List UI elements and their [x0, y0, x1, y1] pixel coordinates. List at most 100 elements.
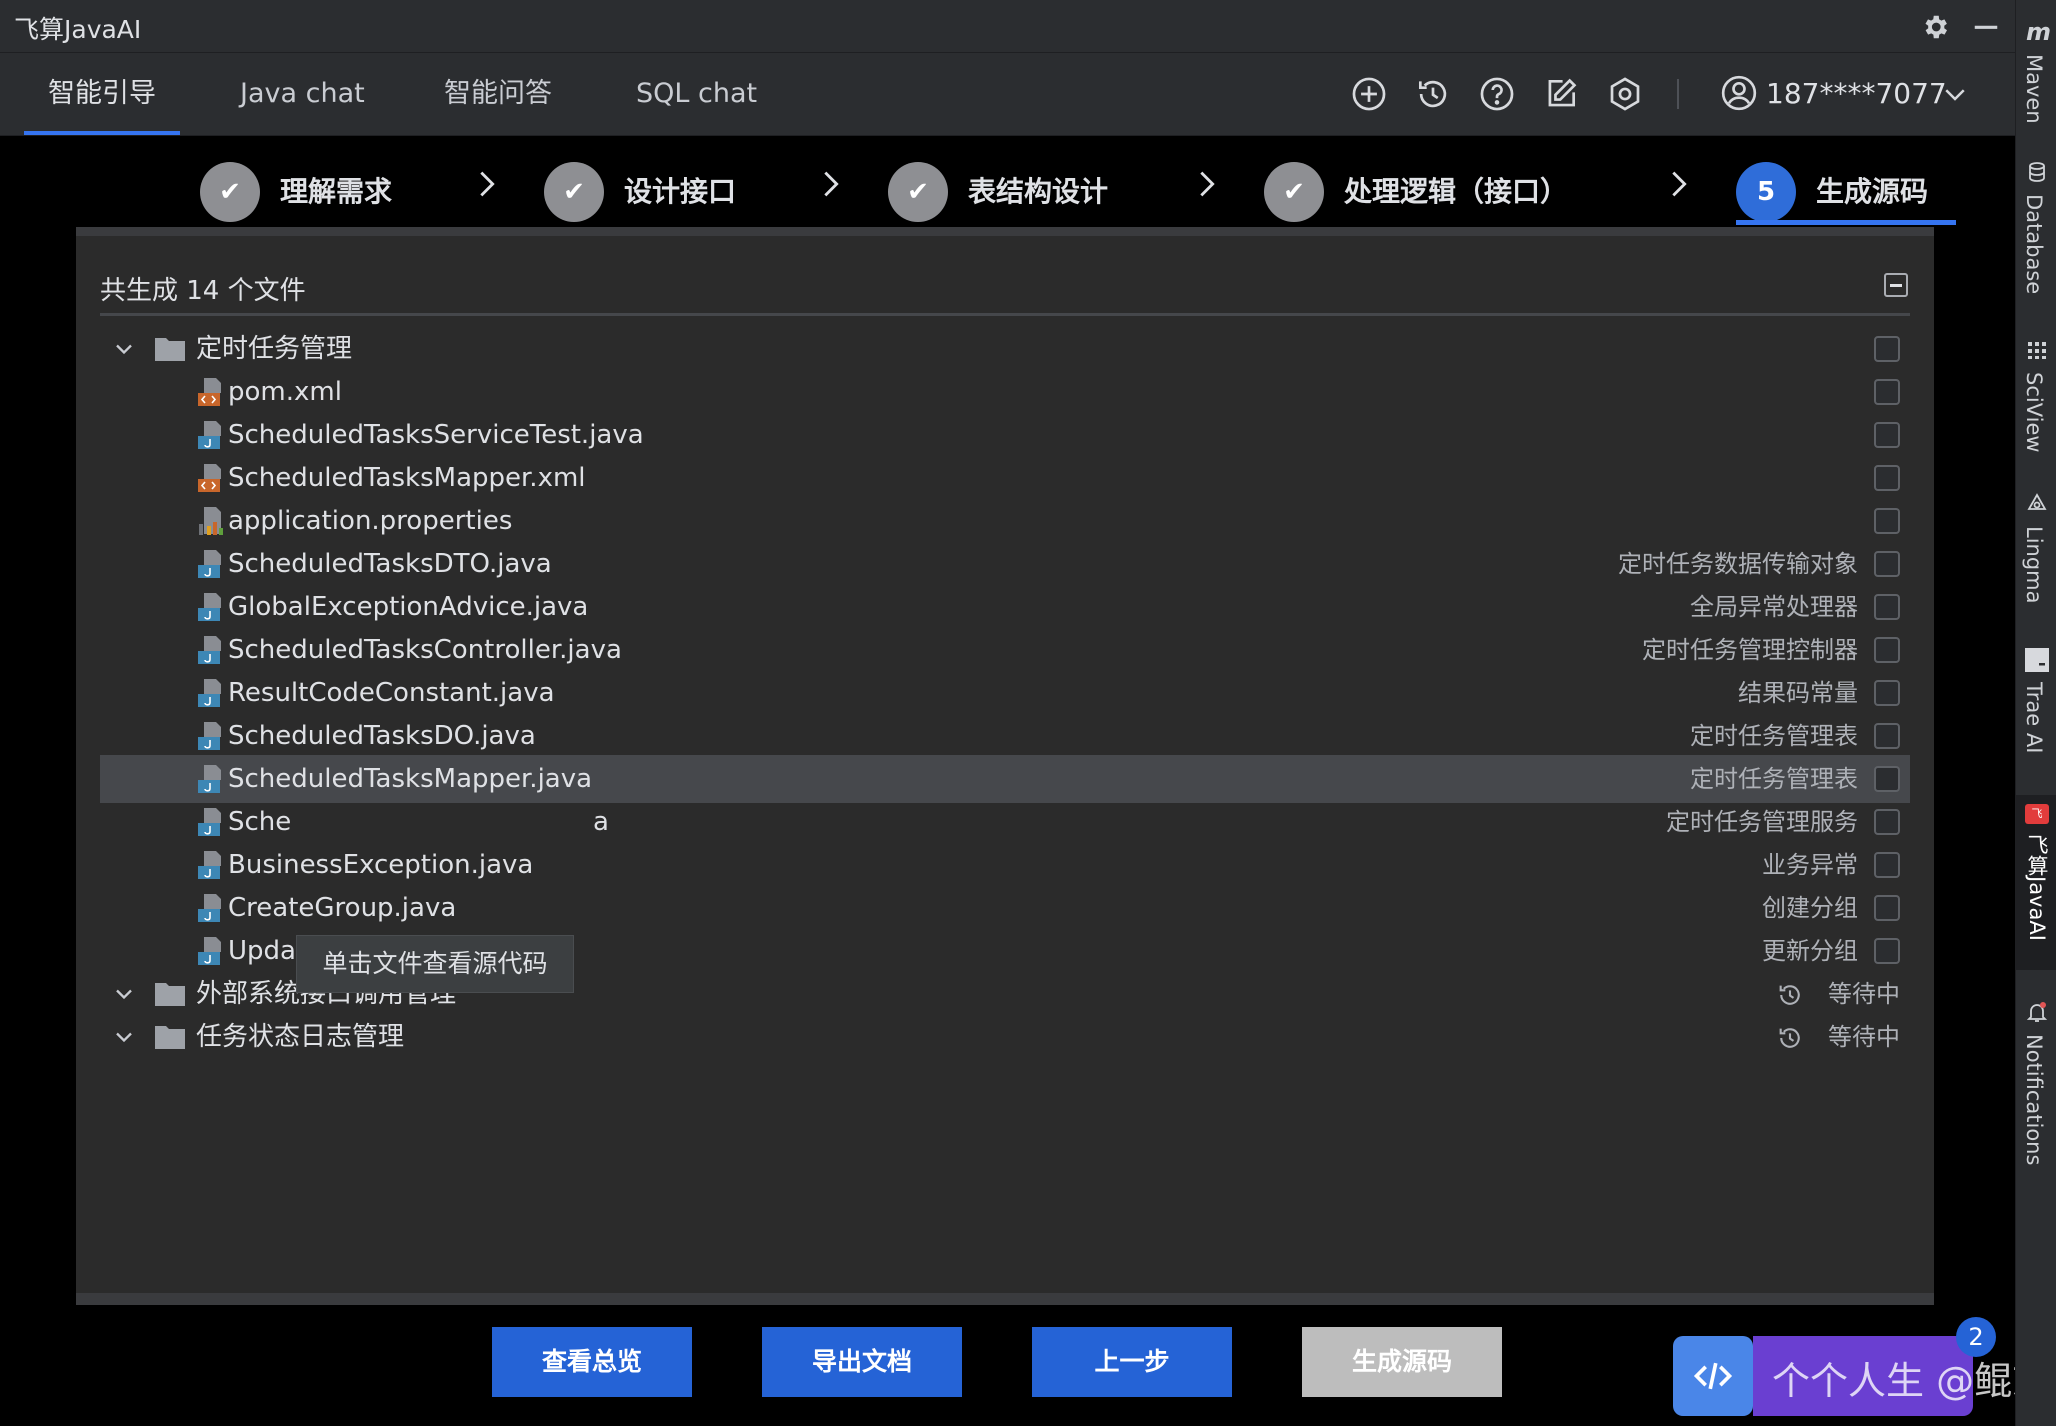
file-row[interactable]: ResultCodeConstant.java 结果码常量 — [100, 669, 1910, 717]
file-name: BusinessException.java — [228, 850, 534, 880]
file-name: ScheduledTasksServiceTest.java — [228, 420, 644, 450]
select-checkbox[interactable] — [1874, 379, 1900, 405]
file-name: pom.xml — [228, 377, 342, 407]
export-document-button[interactable]: 导出文档 — [762, 1327, 962, 1397]
file-description: 创建分组 — [1762, 894, 1858, 922]
select-checkbox[interactable] — [1874, 680, 1900, 706]
tool-label: Database — [2022, 194, 2046, 295]
file-name: ScheduledTasksMapper.xml — [228, 463, 586, 493]
file-row[interactable]: ScheduledTasksController.java 定时任务管理控制器 — [100, 626, 1910, 674]
divider — [100, 313, 1910, 316]
tooltip: 单击文件查看源代码 — [296, 935, 574, 993]
chevron-down-icon[interactable] — [110, 980, 138, 1008]
step-label: 处理逻辑（接口） — [1344, 175, 1569, 208]
file-name: ScheduledTasksDO.java — [228, 721, 536, 751]
file-name: GlobalExceptionAdvice.java — [228, 592, 589, 622]
file-row[interactable]: ScheduledTasksServiceTest.java — [100, 411, 1910, 459]
tab-java-chat[interactable]: Java chat — [216, 53, 389, 135]
select-checkbox[interactable] — [1874, 766, 1900, 792]
file-description: 定时任务管理控制器 — [1642, 636, 1858, 664]
folder-icon — [154, 335, 186, 363]
file-name-tail: a — [593, 807, 609, 837]
select-checkbox[interactable] — [1874, 938, 1900, 964]
java-file-icon — [195, 763, 227, 795]
select-checkbox[interactable] — [1874, 637, 1900, 663]
file-row[interactable]: pom.xml — [100, 368, 1910, 416]
chevron-right-icon — [1190, 164, 1224, 204]
chevron-right-icon — [470, 164, 504, 204]
tool-label: Maven — [2022, 54, 2046, 124]
file-row[interactable]: BusinessException.java 业务异常 — [100, 841, 1910, 889]
select-checkbox[interactable] — [1874, 723, 1900, 749]
chevron-down-icon[interactable] — [1940, 79, 1970, 109]
file-name: ResultCodeConstant.java — [228, 678, 555, 708]
file-row[interactable]: Sche a 定时任务管理服务 — [100, 798, 1910, 846]
chevron-down-icon[interactable] — [110, 335, 138, 363]
file-description: 结果码常量 — [1738, 679, 1858, 707]
lingma-icon — [2025, 492, 2049, 516]
user-icon[interactable] — [1719, 73, 1759, 113]
tab-sql-chat[interactable]: SQL chat — [612, 53, 781, 135]
collapse-all-button[interactable] — [1884, 273, 1908, 297]
java-file-icon — [195, 935, 227, 967]
file-row[interactable]: ScheduledTasksMapper.xml — [100, 454, 1910, 502]
file-name: ScheduledTasksMapper.java — [228, 764, 593, 794]
folder-icon — [154, 980, 186, 1008]
folder-row[interactable]: 定时任务管理 — [100, 325, 1910, 373]
folder-name: 定时任务管理 — [196, 334, 353, 364]
select-checkbox[interactable] — [1874, 809, 1900, 835]
select-checkbox[interactable] — [1874, 594, 1900, 620]
folder-row[interactable]: 任务状态日志管理 等待中 — [100, 1013, 1910, 1061]
java-file-icon — [195, 849, 227, 881]
file-count-summary: 共生成 14 个文件 — [100, 276, 306, 306]
help-icon[interactable] — [1478, 75, 1516, 113]
file-row[interactable]: GlobalExceptionAdvice.java 全局异常处理器 — [100, 583, 1910, 631]
trae-icon — [2025, 648, 2049, 672]
sciview-icon — [2025, 338, 2049, 362]
previous-step-button[interactable]: 上一步 — [1032, 1327, 1232, 1397]
xml-file-icon — [195, 462, 227, 494]
add-icon[interactable] — [1350, 75, 1388, 113]
step-number-badge: 5 — [1736, 162, 1796, 222]
file-name: Sche — [228, 807, 292, 837]
select-checkbox[interactable] — [1874, 895, 1900, 921]
file-description: 更新分组 — [1762, 937, 1858, 965]
file-row[interactable]: ScheduledTasksDTO.java 定时任务数据传输对象 — [100, 540, 1910, 588]
user-account[interactable]: 187****7077 — [1766, 53, 1947, 135]
step-label: 表结构设计 — [968, 175, 1109, 208]
file-row[interactable]: ScheduledTasksDO.java 定时任务管理表 — [100, 712, 1910, 760]
settings-icon[interactable] — [1606, 75, 1644, 113]
code-icon[interactable] — [1673, 1336, 1753, 1416]
chevron-down-icon[interactable] — [110, 1023, 138, 1051]
tab-smart-guide[interactable]: 智能引导 — [24, 53, 180, 135]
tool-label: 飞算JavaAI — [2025, 834, 2049, 941]
file-name: ScheduledTasksController.java — [228, 635, 622, 665]
select-checkbox[interactable] — [1874, 852, 1900, 878]
pending-clock-icon — [1776, 981, 1804, 1009]
step-label: 生成源码 — [1816, 175, 1929, 208]
xml-file-icon — [195, 376, 227, 408]
feisuan-logo-icon: 飞 — [2025, 804, 2049, 824]
edit-icon[interactable] — [1542, 75, 1580, 113]
select-checkbox[interactable] — [1874, 336, 1900, 362]
view-overview-button[interactable]: 查看总览 — [492, 1327, 692, 1397]
check-icon: ✔ — [888, 162, 948, 222]
step-label: 设计接口 — [624, 175, 737, 208]
tab-smart-qa[interactable]: 智能问答 — [420, 53, 576, 135]
history-icon[interactable] — [1414, 75, 1452, 113]
java-file-icon — [195, 591, 227, 623]
minimize-icon[interactable] — [1971, 12, 2001, 42]
database-icon — [2025, 160, 2049, 184]
chevron-right-icon — [814, 164, 848, 204]
tool-label: Notifications — [2022, 1034, 2046, 1166]
select-checkbox[interactable] — [1874, 465, 1900, 491]
file-row[interactable]: application.properties — [100, 497, 1910, 545]
gear-icon[interactable] — [1920, 12, 1950, 42]
select-checkbox[interactable] — [1874, 551, 1900, 577]
select-checkbox[interactable] — [1874, 508, 1900, 534]
file-row[interactable]: ScheduledTasksMapper.java 定时任务管理表 — [100, 755, 1910, 803]
java-file-icon — [195, 677, 227, 709]
file-row[interactable]: CreateGroup.java 创建分组 — [100, 884, 1910, 932]
bell-icon — [2025, 1000, 2049, 1024]
select-checkbox[interactable] — [1874, 422, 1900, 448]
